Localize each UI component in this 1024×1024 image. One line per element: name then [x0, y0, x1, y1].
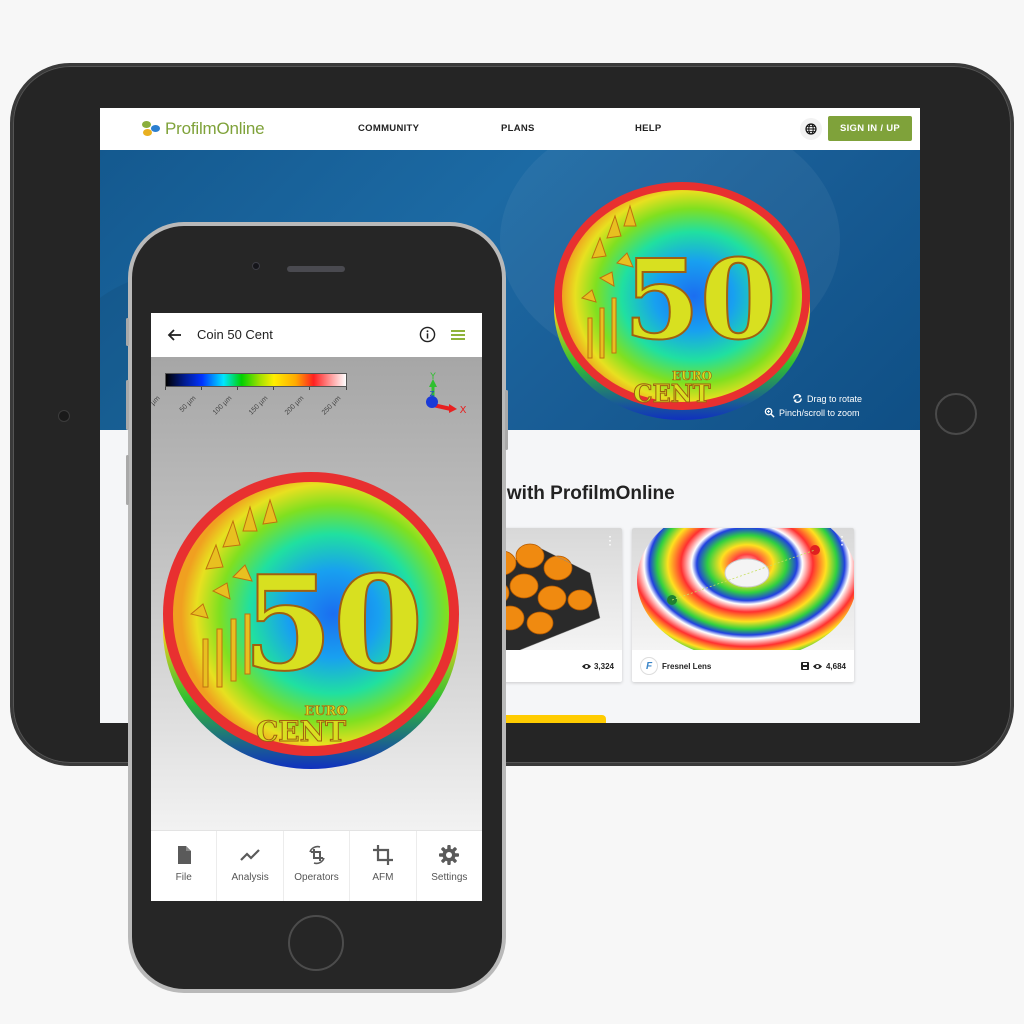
bottom-navigation: File Analysis Operators AFM Settings: [151, 830, 482, 901]
nav-settings[interactable]: Settings: [417, 831, 482, 901]
app-bar: Coin 50 Cent: [151, 313, 482, 358]
nav-label: File: [175, 872, 192, 883]
phone-home-button[interactable]: [288, 915, 344, 971]
tablet-home-button[interactable]: [935, 393, 977, 435]
color-scale-label: 250 µm: [320, 395, 343, 417]
cta-button[interactable]: [490, 715, 606, 723]
nav-plans[interactable]: PLANS: [501, 108, 535, 150]
card-views: 4,684: [825, 661, 846, 671]
coin-cent-label: CENT: [633, 379, 710, 408]
color-scale-tick: [309, 387, 310, 390]
crop-icon: [372, 845, 393, 865]
color-scale-tick: [237, 387, 238, 390]
coin-3d-render[interactable]: 50 EURO CENT: [552, 168, 812, 423]
hint-zoom-text: Pinch/scroll to zoom: [779, 407, 860, 418]
color-scale-label: 150 µm: [247, 395, 270, 417]
coin-cent-label: CENT: [256, 715, 346, 748]
hint-rotate-text: Drag to rotate: [807, 393, 863, 404]
phone-power-button: [505, 390, 508, 450]
section-title: d with ProfilmOnline: [490, 483, 675, 504]
card-avatar[interactable]: F: [640, 657, 658, 675]
card-title[interactable]: Fresnel Lens: [662, 662, 711, 671]
globe-icon: [805, 123, 817, 135]
coin-number: 50: [623, 235, 776, 364]
nav-label: Settings: [431, 872, 468, 883]
rotate-icon: [793, 394, 802, 403]
hamburger-menu-icon[interactable]: [451, 328, 465, 342]
nav-file[interactable]: File: [151, 831, 218, 901]
hint-zoom: Pinch/scroll to zoom: [764, 407, 860, 418]
nav-operators[interactable]: Operators: [284, 831, 351, 901]
save-icon: [800, 662, 809, 670]
phone-screen: Coin 50 Cent 0 µm 50 µm 100 µm 150 µm 20…: [151, 313, 482, 901]
file-icon: [177, 846, 191, 864]
site-logo[interactable]: ProfilmOnline: [142, 118, 265, 140]
eye-icon: [581, 663, 591, 669]
3d-viewer[interactable]: 0 µm 50 µm 100 µm 150 µm 200 µm 250 µm Y…: [151, 357, 482, 830]
card-footer: F Fresnel Lens 4,684: [632, 650, 854, 682]
nav-label: Operators: [294, 872, 339, 883]
coin-3d-render[interactable]: 50 EURO CENT: [161, 469, 466, 779]
sign-in-button[interactable]: SIGN IN / UP: [828, 116, 912, 141]
phone-mute-switch: [126, 318, 129, 346]
nav-afm[interactable]: AFM: [350, 831, 417, 901]
card-thumbnail: · · ·: [632, 528, 854, 650]
logo-mark-icon: [142, 121, 162, 137]
gear-icon: [439, 845, 460, 865]
phone-volume-down: [126, 455, 129, 505]
phone-front-camera: [252, 262, 260, 270]
trend-line-icon: [240, 849, 260, 861]
color-scale-label: 200 µm: [283, 395, 306, 417]
tablet-camera: [58, 410, 70, 422]
hint-rotate: Drag to rotate: [792, 393, 862, 404]
language-button[interactable]: [800, 118, 822, 140]
axis-y-label: Y: [429, 372, 436, 382]
project-card[interactable]: · · · F Fresnel Lens 4,684: [632, 528, 854, 682]
logo-text: ProfilmOnline: [165, 119, 265, 138]
color-scale-label: 100 µm: [211, 395, 234, 417]
nav-help[interactable]: HELP: [635, 108, 662, 150]
nav-community[interactable]: COMMUNITY: [358, 108, 419, 150]
page-title: Coin 50 Cent: [197, 327, 273, 342]
axes-gizmo[interactable]: Y X Z: [421, 369, 471, 419]
nav-label: Analysis: [231, 872, 269, 883]
color-scale-label: 50 µm: [178, 395, 198, 414]
nav-analysis[interactable]: Analysis: [217, 831, 284, 901]
eye-icon: [812, 663, 822, 669]
coin-number: 50: [243, 547, 424, 700]
fresnel-lens-render: [637, 528, 854, 650]
color-scale-tick: [346, 387, 347, 390]
info-icon[interactable]: [419, 326, 436, 343]
color-scale-tick: [273, 387, 274, 390]
phone-volume-up: [126, 380, 129, 430]
phone-speaker: [287, 266, 345, 272]
nav-label: AFM: [372, 872, 394, 883]
color-scale-bar: [165, 373, 347, 387]
color-scale-label: 0 µm: [151, 395, 162, 412]
zoom-icon: [764, 407, 775, 418]
rotate-crop-icon: [308, 845, 325, 865]
color-scale-tick: [165, 387, 166, 390]
arrow-left-icon[interactable]: [165, 325, 185, 345]
card-views: 3,324: [593, 661, 614, 671]
color-scale-tick: [201, 387, 202, 390]
card-more-icon[interactable]: · · ·: [609, 533, 612, 551]
card-more-icon[interactable]: · · ·: [841, 533, 844, 551]
axis-x-label: X: [460, 405, 467, 416]
axis-z-label: Z: [430, 390, 435, 398]
site-header: ProfilmOnline COMMUNITY PLANS HELP SIGN …: [100, 108, 920, 150]
